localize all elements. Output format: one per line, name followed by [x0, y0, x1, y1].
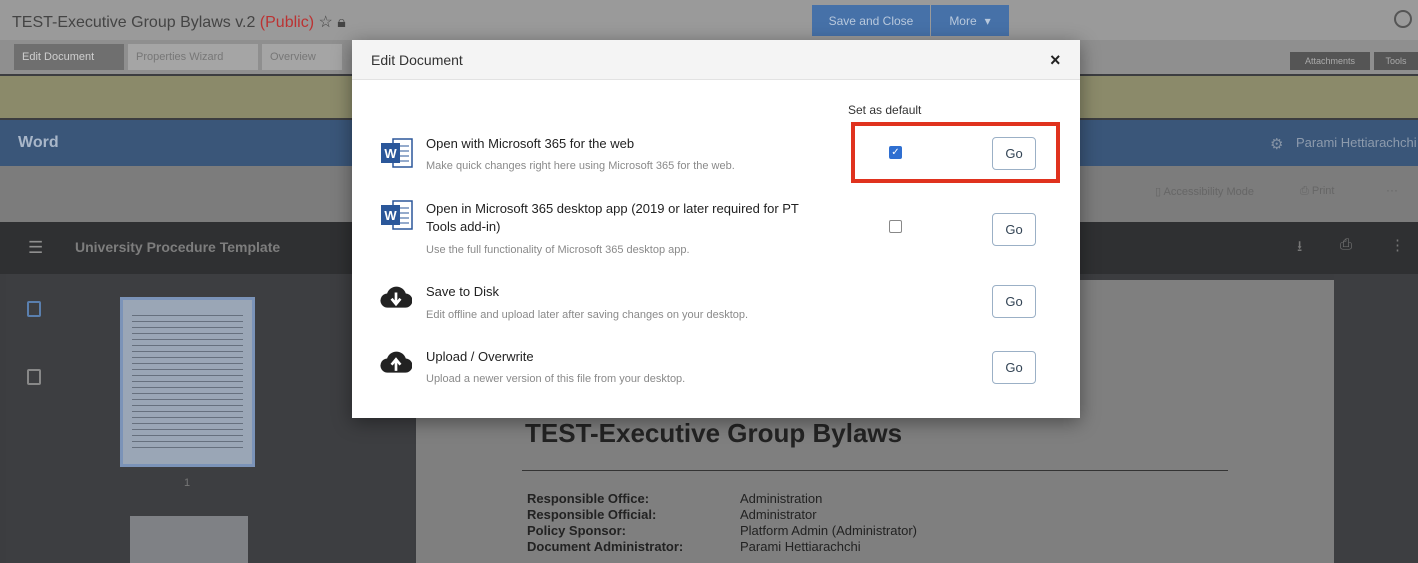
tab-overview[interactable]: Overview: [262, 44, 342, 70]
tab-edit-document[interactable]: Edit Document: [14, 44, 124, 70]
option-title: Open in Microsoft 365 desktop app (2019 …: [426, 201, 799, 234]
document-icon: ▯: [1155, 186, 1164, 198]
dialog-title: Edit Document: [371, 52, 463, 68]
more-label: More: [949, 13, 977, 28]
word-icon: W: [381, 200, 413, 230]
tab-properties-wizard[interactable]: Properties Wizard: [128, 44, 258, 70]
option-title: Save to Disk: [426, 284, 499, 299]
meta-value: Platform Admin (Administrator): [740, 523, 917, 538]
visibility-label: (Public): [259, 14, 315, 31]
page-number: 1: [184, 477, 191, 489]
kebab-menu-icon[interactable]: ⋮: [1390, 236, 1405, 254]
download-icon[interactable]: ⭳: [1297, 236, 1302, 261]
go-button[interactable]: Go: [992, 213, 1036, 246]
option-title: Open with Microsoft 365 for the web: [426, 136, 635, 151]
meta-label: Document Administrator:: [527, 539, 684, 554]
more-button[interactable]: More ▾: [931, 5, 1009, 36]
word-label: Word: [18, 134, 59, 151]
accessibility-label: Accessibility Mode: [1163, 186, 1254, 198]
lock-icon: 🔒︎: [337, 14, 346, 31]
outline-icon[interactable]: [27, 369, 41, 385]
gear-icon[interactable]: ⚙: [1270, 135, 1283, 153]
meta-label: Responsible Official:: [527, 507, 657, 522]
option-description: Upload a newer version of this file from…: [426, 373, 686, 385]
save-and-close-button[interactable]: Save and Close: [812, 5, 930, 36]
set-as-default-label: Set as default: [848, 103, 922, 117]
hamburger-icon[interactable]: ☰: [28, 238, 43, 258]
cloud-download-icon: [380, 286, 412, 308]
viewer-title: University Procedure Template: [75, 239, 281, 255]
go-button[interactable]: Go: [992, 351, 1036, 384]
document-title: TEST-Executive Group Bylaws v.2 (Public)…: [12, 12, 346, 32]
document-heading: TEST-Executive Group Bylaws: [525, 418, 903, 448]
svg-text:W: W: [384, 146, 397, 161]
option-description: Use the full functionality of Microsoft …: [426, 244, 690, 256]
svg-text:W: W: [384, 208, 397, 223]
default-checkbox[interactable]: [889, 220, 902, 233]
thumbnails-icon[interactable]: [27, 301, 41, 317]
option-title: Upload / Overwrite: [426, 349, 534, 364]
user-name[interactable]: Parami Hettiarachchi: [1296, 135, 1417, 150]
accessibility-mode-button[interactable]: ▯ Accessibility Mode: [1155, 185, 1254, 198]
page-thumbnail[interactable]: [130, 516, 248, 563]
caret-down-icon: ▾: [984, 13, 991, 28]
edit-document-dialog: Edit Document × Set as default W Open wi…: [352, 40, 1080, 418]
close-icon[interactable]: ×: [1050, 50, 1061, 71]
tab-attachments[interactable]: Attachments: [1290, 52, 1370, 70]
chat-icon[interactable]: [1394, 10, 1412, 28]
meta-value: Administrator: [740, 507, 817, 522]
title-text: TEST-Executive Group Bylaws v.2: [12, 14, 256, 31]
option-description: Make quick changes right here using Micr…: [426, 160, 735, 172]
highlight-box: [851, 122, 1060, 183]
divider: [522, 470, 1228, 471]
option-description: Edit offline and upload later after savi…: [426, 309, 749, 321]
viewer-side-panel: [1334, 274, 1418, 563]
thumbnail-content: [132, 310, 243, 450]
meta-value: Parami Hettiarachchi: [740, 539, 861, 554]
meta-value: Administration: [740, 491, 823, 506]
go-button[interactable]: Go: [992, 285, 1036, 318]
print-label: Print: [1311, 185, 1335, 197]
print-button[interactable]: ⎙ Print: [1300, 185, 1334, 198]
meta-label: Responsible Office:: [527, 491, 650, 506]
meta-label: Policy Sponsor:: [527, 523, 626, 538]
printer-icon: ⎙: [1300, 185, 1312, 197]
tab-tools[interactable]: Tools: [1374, 52, 1418, 70]
word-icon: W: [381, 138, 413, 168]
toolbar-more-button[interactable]: ···: [1386, 183, 1398, 197]
cloud-upload-icon: [380, 351, 412, 373]
printer-icon[interactable]: ⎙: [1340, 236, 1352, 253]
star-icon[interactable]: ☆: [318, 14, 332, 31]
